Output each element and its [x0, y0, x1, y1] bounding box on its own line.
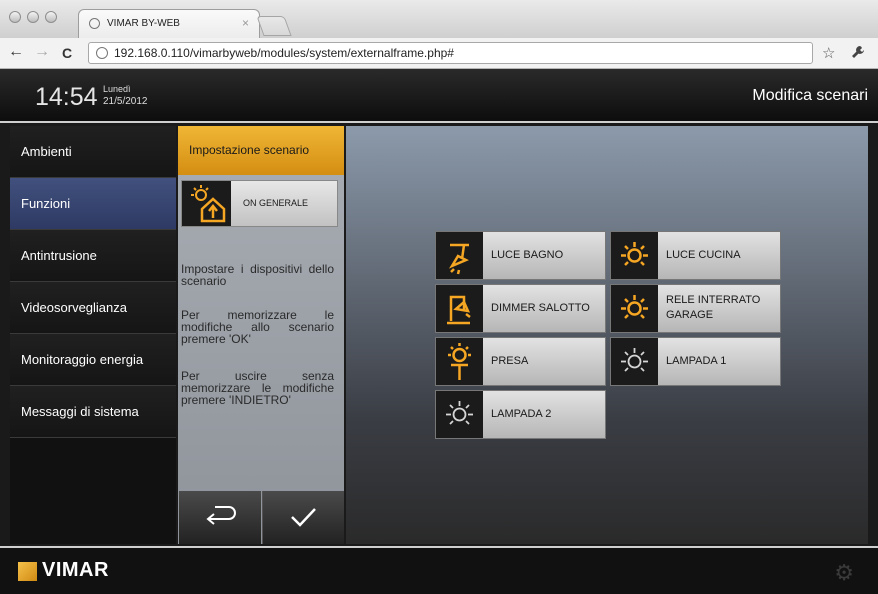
house-light-icon: [182, 181, 231, 226]
device-button-lampada-1[interactable]: LAMPADA 1: [610, 337, 781, 386]
minimize-window-button[interactable]: [27, 11, 39, 23]
scenario-panel: Impostazione scenario ON GENERALE Impost…: [178, 126, 344, 544]
address-bar[interactable]: 192.168.0.110/vimarbyweb/modules/system/…: [88, 42, 813, 64]
wrench-icon[interactable]: [850, 44, 866, 60]
sidebar-item-funzioni[interactable]: Funzioni: [10, 178, 176, 230]
ok-button[interactable]: [262, 491, 344, 544]
settings-gear-icon[interactable]: ⚙: [834, 560, 854, 586]
device-button-presa[interactable]: PRESA: [435, 337, 606, 386]
device-button-luce-cucina[interactable]: LUCE CUCINA: [610, 231, 781, 280]
close-window-button[interactable]: [9, 11, 21, 23]
zoom-window-button[interactable]: [45, 11, 57, 23]
device-label: LAMPADA 2: [491, 408, 552, 420]
bulb-icon: [611, 232, 658, 279]
sidebar: Ambienti Funzioni Antintrusione Videosor…: [10, 126, 176, 544]
sidebar-item-messaggi-di-sistema[interactable]: Messaggi di sistema: [10, 386, 176, 438]
back-button[interactable]: [179, 491, 261, 544]
device-label: DIMMER SALOTTO: [491, 302, 590, 314]
scenario-panel-title: Impostazione scenario: [189, 143, 310, 157]
device-button-lampada-2[interactable]: LAMPADA 2: [435, 390, 606, 439]
new-tab-button[interactable]: [256, 16, 292, 36]
instruction-text: Per uscire senza memorizzare le modifich…: [181, 369, 334, 407]
sidebar-item-antintrusione[interactable]: Antintrusione: [10, 230, 176, 282]
bookmark-star-icon[interactable]: ☆: [822, 44, 835, 62]
clock-date: 21/5/2012: [103, 96, 148, 107]
checkmark-icon: [291, 508, 316, 527]
scenario-panel-header: Impostazione scenario: [178, 126, 344, 175]
page-title: Modifica scenari: [752, 87, 868, 104]
instruction-text: Per memorizzare le modifiche allo scenar…: [181, 308, 334, 346]
device-button-luce-bagno[interactable]: LUCE BAGNO: [435, 231, 606, 280]
sidebar-item-ambienti[interactable]: Ambienti: [10, 126, 176, 178]
device-label: RELE INTERRATO GARAGE: [666, 294, 761, 321]
sidebar-item-label: Funzioni: [21, 196, 71, 211]
panel-footer: [178, 491, 344, 544]
brand-logo: VIMAR: [42, 559, 109, 581]
bulb-icon: [436, 391, 483, 438]
device-button-rele-interrato-garage[interactable]: RELE INTERRATO GARAGE: [610, 284, 781, 333]
tab-close-icon[interactable]: ×: [242, 16, 249, 30]
sidebar-item-videosorveglianza[interactable]: Videosorveglianza: [10, 282, 176, 334]
sidebar-item-label: Antintrusione: [21, 248, 97, 263]
return-arrow-icon: [206, 506, 236, 525]
back-arrow-icon[interactable]: ←: [8, 43, 24, 61]
sidebar-item-label: Videosorveglianza: [21, 300, 127, 315]
scenario-on-generale-button[interactable]: ON GENERALE: [181, 180, 338, 227]
clock-time: 14:54: [35, 83, 98, 111]
browser-titlebar: VIMAR BY-WEB ×: [0, 0, 878, 39]
device-area: LUCE BAGNO LUCE CUCINA DIMMER SALOTTO RE…: [346, 126, 868, 544]
scenario-name: ON GENERALE: [243, 198, 309, 208]
clock-day: Lunedì: [103, 84, 131, 94]
vimar-logo-icon: [18, 562, 37, 581]
instruction-text: Impostare i dispositivi dello scenario: [181, 262, 334, 288]
tab-title: VIMAR BY-WEB: [107, 18, 180, 29]
dimmer-icon: [436, 285, 483, 332]
device-button-dimmer-salotto[interactable]: DIMMER SALOTTO: [435, 284, 606, 333]
sidebar-item-monitoraggio-energia[interactable]: Monitoraggio energia: [10, 334, 176, 386]
forward-arrow-icon[interactable]: →: [34, 43, 50, 61]
sidebar-item-label: Messaggi di sistema: [21, 404, 139, 419]
bulb-icon: [611, 338, 658, 385]
globe-icon: [89, 18, 100, 29]
url-text: 192.168.0.110/vimarbyweb/modules/system/…: [114, 46, 454, 60]
sidebar-item-label: Monitoraggio energia: [21, 352, 144, 367]
bulb-icon: [611, 285, 658, 332]
ceiling-lamp-icon: [436, 338, 483, 385]
sidebar-item-label: Ambienti: [21, 144, 72, 159]
browser-toolbar: ← → C 192.168.0.110/vimarbyweb/modules/s…: [0, 38, 878, 69]
reload-icon[interactable]: C: [62, 45, 72, 61]
browser-tab[interactable]: VIMAR BY-WEB ×: [78, 9, 260, 38]
device-label: LUCE CUCINA: [666, 249, 741, 261]
wall-lamp-icon: [436, 232, 483, 279]
device-label: PRESA: [491, 355, 529, 367]
app-footer: VIMAR ⚙: [0, 546, 878, 594]
device-label: LAMPADA 1: [666, 355, 727, 367]
page-globe-icon: [96, 47, 108, 59]
app-frame: 14:54 Lunedì 21/5/2012 Modifica scenari …: [0, 69, 878, 594]
app-header: 14:54 Lunedì 21/5/2012 Modifica scenari: [0, 69, 878, 123]
device-label: LUCE BAGNO: [491, 249, 564, 261]
